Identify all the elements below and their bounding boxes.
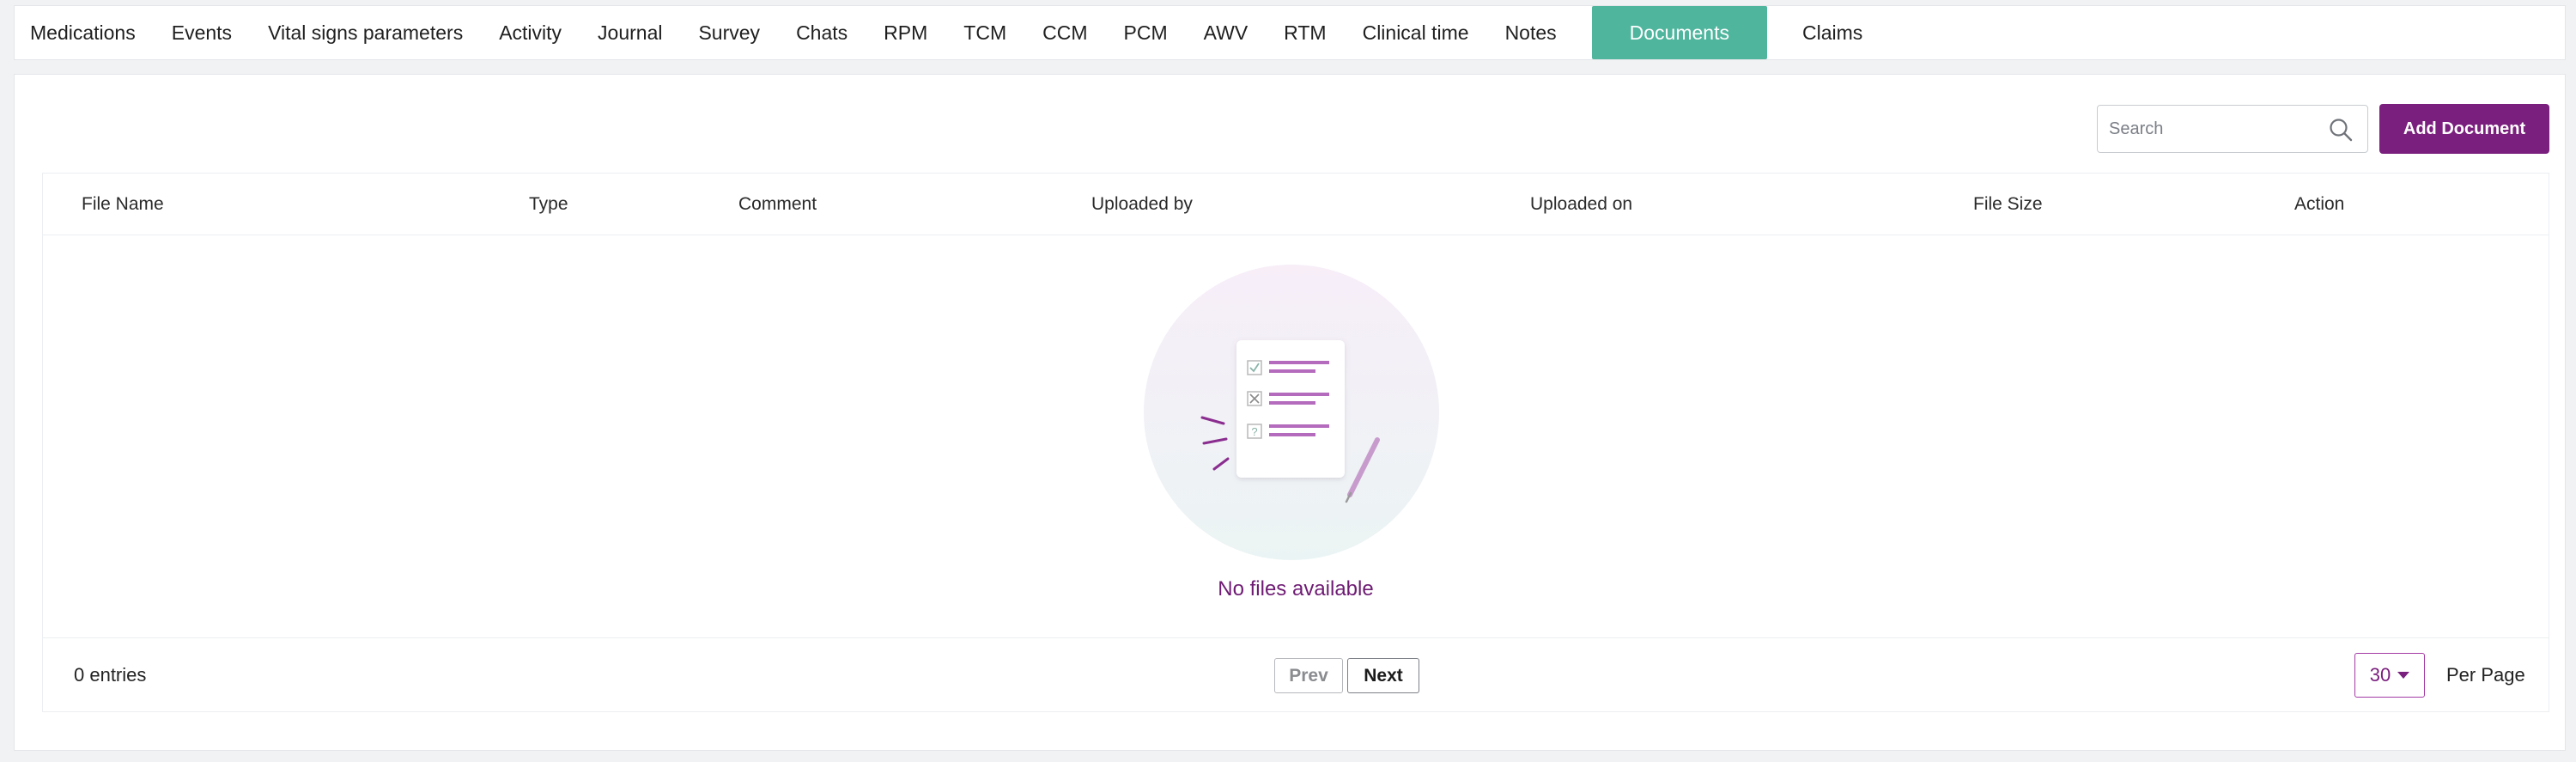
- add-document-button[interactable]: Add Document: [2379, 104, 2549, 154]
- empty-documents-illustration: ?: [1144, 265, 1439, 560]
- search-icon[interactable]: [2328, 117, 2354, 143]
- search-box: [2097, 105, 2368, 153]
- tab-rpm[interactable]: RPM: [866, 6, 945, 59]
- tab-bar: Medications Events Vital signs parameter…: [14, 5, 2566, 60]
- entries-count: 0 entries: [74, 664, 147, 686]
- per-page-label: Per Page: [2446, 664, 2525, 686]
- column-header-comment[interactable]: Comment: [738, 174, 817, 235]
- tab-claims[interactable]: Claims: [1784, 6, 1880, 59]
- tab-awv[interactable]: AWV: [1186, 6, 1267, 59]
- tab-documents[interactable]: Documents: [1591, 6, 1767, 59]
- caret-down-icon: [2397, 672, 2410, 679]
- tab-tcm[interactable]: TCM: [945, 6, 1024, 59]
- per-page-value: 30: [2369, 664, 2391, 686]
- prev-page-button[interactable]: Prev: [1274, 658, 1343, 693]
- per-page-select[interactable]: 30: [2354, 653, 2425, 698]
- column-header-uploaded-on[interactable]: Uploaded on: [1530, 174, 1632, 235]
- column-header-file-size[interactable]: File Size: [1973, 174, 2043, 235]
- documents-table: File Name Type Comment Uploaded by Uploa…: [42, 173, 2549, 712]
- search-input[interactable]: [2098, 106, 2312, 152]
- tab-notes[interactable]: Notes: [1487, 6, 1575, 59]
- column-header-uploaded-by[interactable]: Uploaded by: [1091, 174, 1193, 235]
- tab-activity[interactable]: Activity: [481, 6, 580, 59]
- tab-ccm[interactable]: CCM: [1024, 6, 1105, 59]
- tab-chats[interactable]: Chats: [778, 6, 866, 59]
- tab-pcm[interactable]: PCM: [1106, 6, 1186, 59]
- tab-events[interactable]: Events: [154, 6, 250, 59]
- table-header: File Name Type Comment Uploaded by Uploa…: [43, 174, 2549, 235]
- column-header-file-name[interactable]: File Name: [82, 174, 164, 235]
- svg-text:?: ?: [1251, 425, 1257, 438]
- tab-medications[interactable]: Medications: [15, 6, 154, 59]
- tab-rtm[interactable]: RTM: [1266, 6, 1344, 59]
- column-header-type[interactable]: Type: [529, 174, 568, 235]
- tab-vital-signs-parameters[interactable]: Vital signs parameters: [250, 6, 481, 59]
- empty-state-message: No files available: [1218, 577, 1374, 600]
- column-header-action: Action: [2294, 194, 2345, 214]
- documents-panel: Add Document File Name Type Comment Uplo…: [14, 74, 2566, 751]
- table-footer: 0 entries Prev Next 30 Per Page: [43, 637, 2549, 712]
- next-page-button[interactable]: Next: [1347, 658, 1419, 693]
- tab-journal[interactable]: Journal: [580, 6, 680, 59]
- tab-survey[interactable]: Survey: [680, 6, 778, 59]
- tab-clinical-time[interactable]: Clinical time: [1345, 6, 1487, 59]
